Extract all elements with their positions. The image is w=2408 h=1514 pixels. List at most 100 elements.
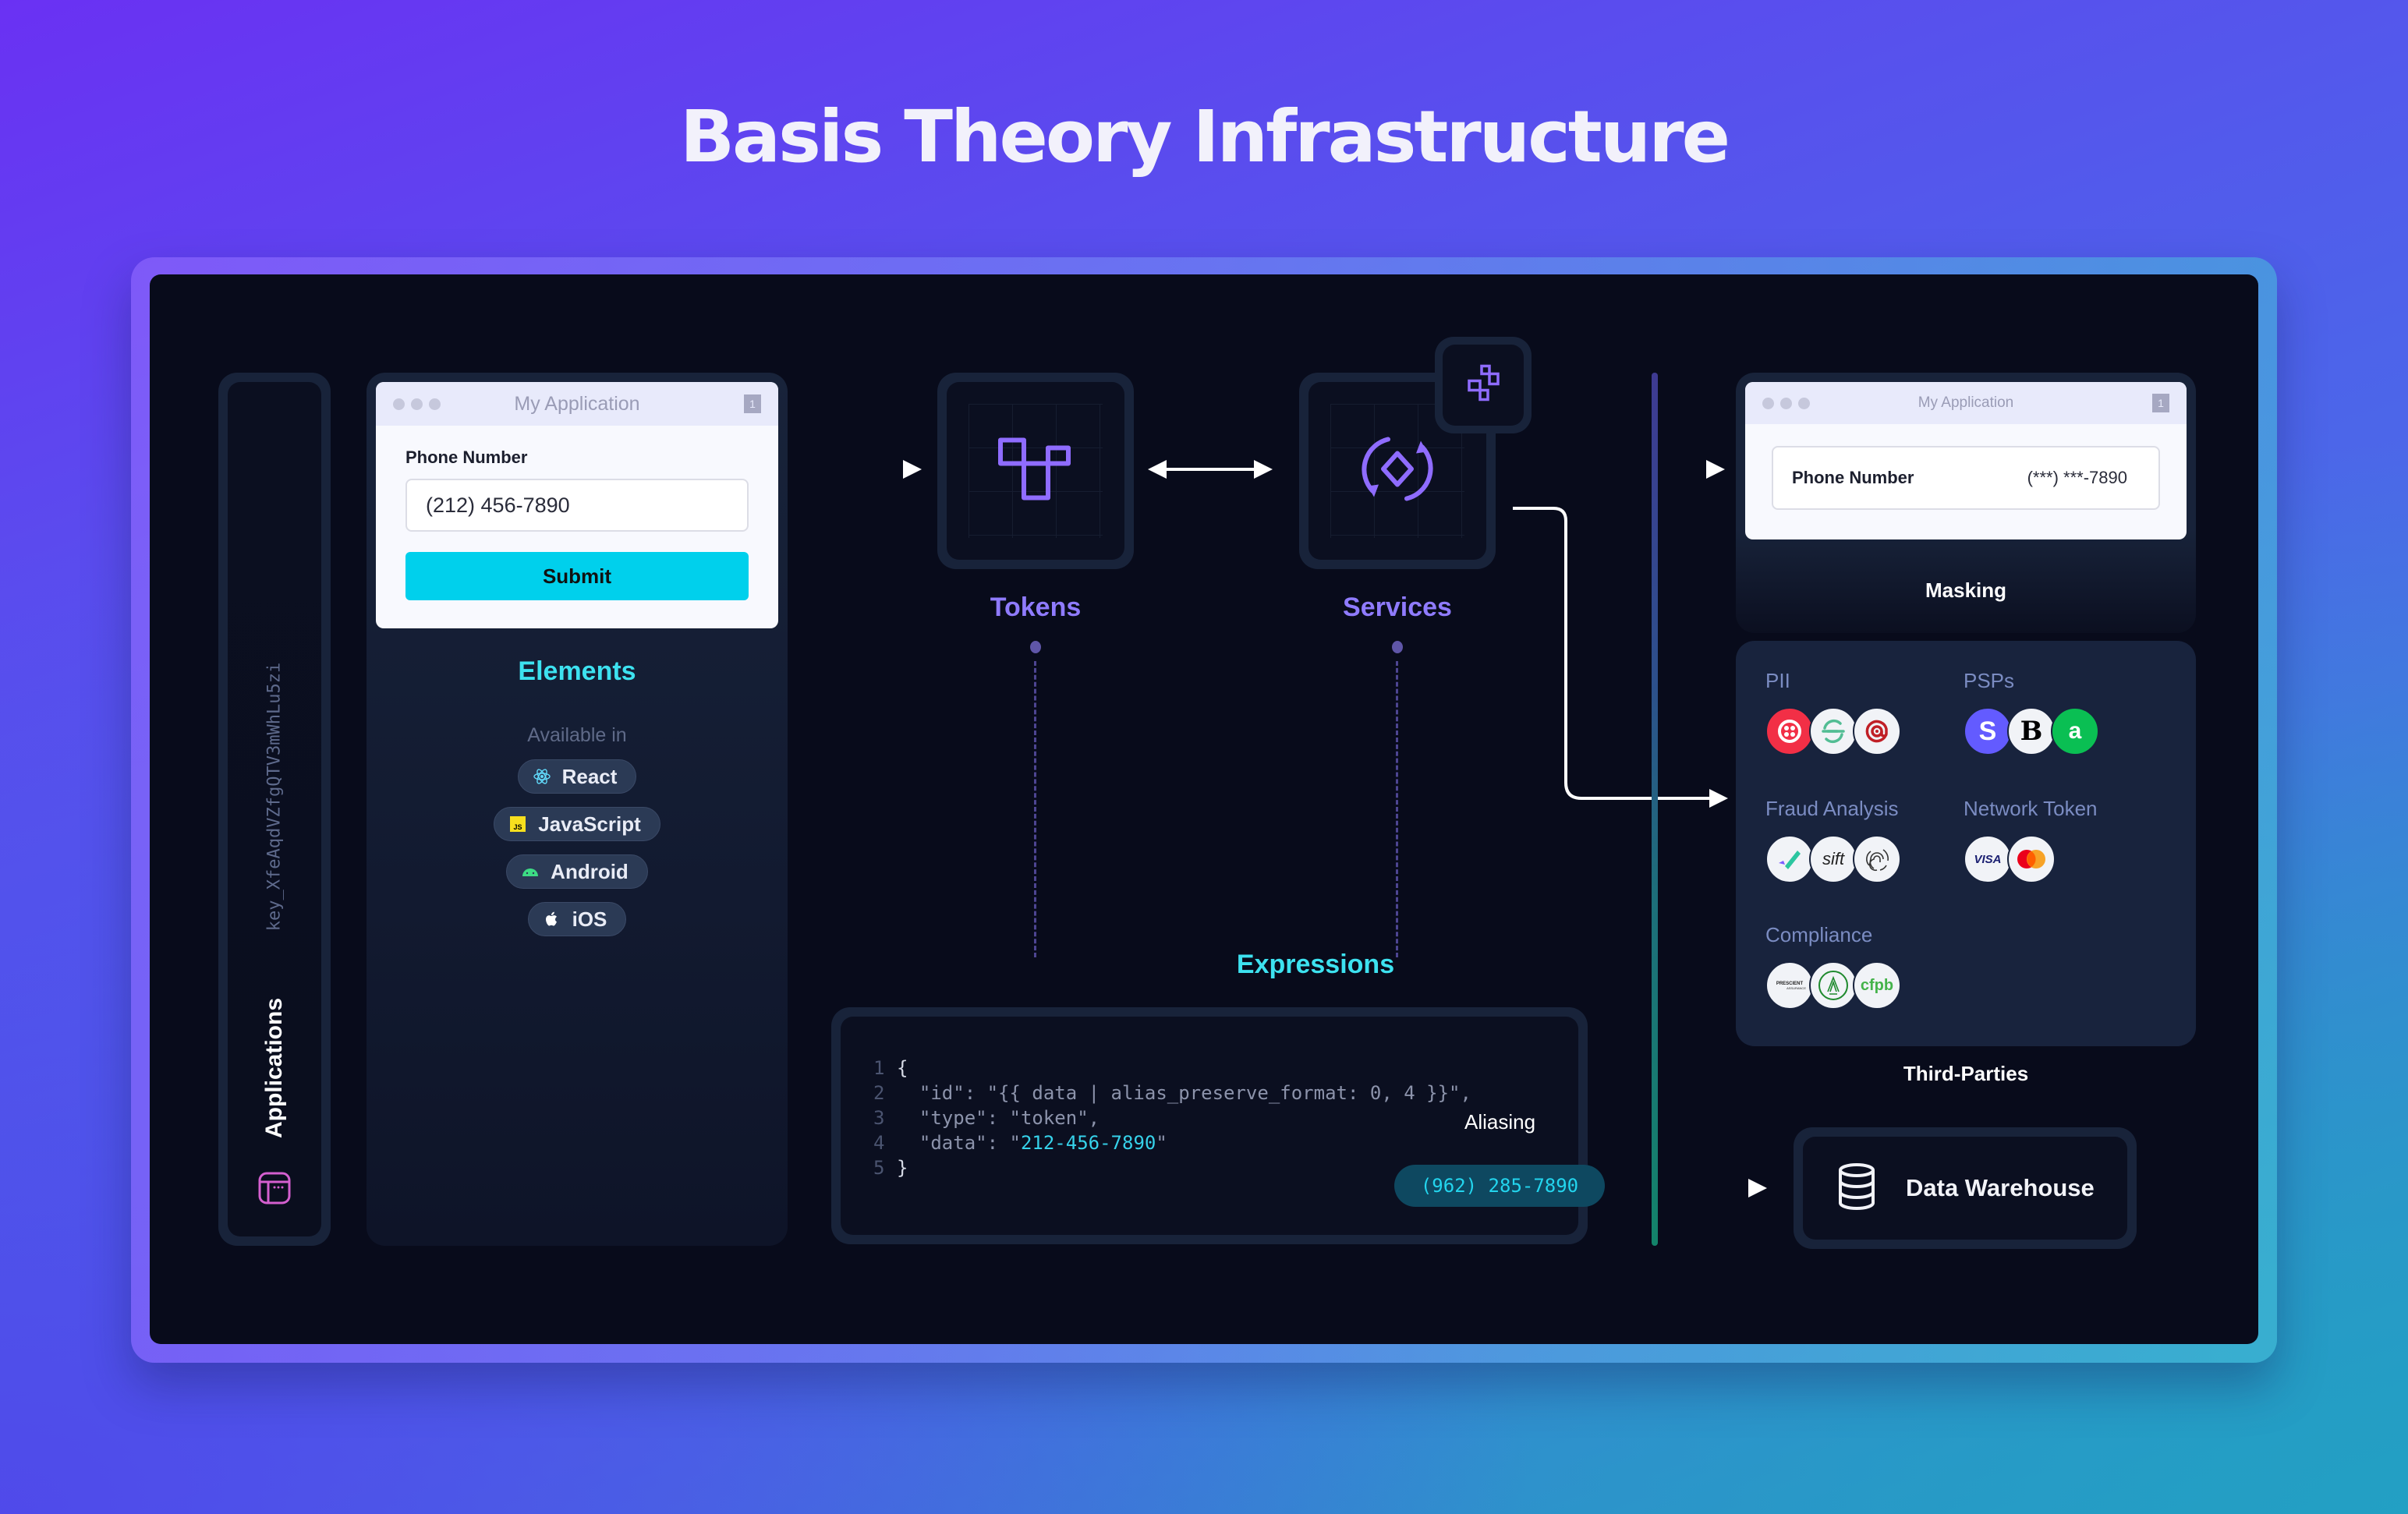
arrow-alias-to-warehouse [1624,1179,1767,1197]
window-dot[interactable] [411,398,423,410]
platform-pill-javascript[interactable]: JS JavaScript [494,807,660,841]
masked-phone-field: Phone Number (***) ***-7890 [1772,446,2160,510]
fingerprint-logo[interactable] [1853,835,1901,883]
platform-label: Android [551,859,629,883]
code-text: "data": " [897,1132,1021,1154]
window-controls[interactable] [393,398,441,410]
platform-label: JavaScript [538,812,641,836]
window-titlebar: My Application 1 [1745,382,2187,424]
code-block: 1{ 2 "id": "{{ data | alias_preserve_for… [873,1056,1471,1180]
window-dot[interactable] [1780,397,1792,409]
checkmark-fraud-logo[interactable] [1765,835,1814,883]
twilio-logo[interactable] [1765,707,1814,755]
sync-diamond-icon [1358,430,1436,512]
masked-phone-value: (***) ***-7890 [2027,468,2127,487]
third-party-group-pii: PII [1765,669,1901,755]
javascript-icon: JS [508,815,527,833]
code-highlight: 212-456-7890 [1020,1132,1156,1154]
window-dot[interactable] [429,398,441,410]
dashed-connector [1396,661,1398,957]
code-text: } [897,1157,908,1179]
code-line: 5} [873,1155,1471,1180]
platform-label: iOS [572,907,607,931]
third-parties-label: Third-Parties [1903,1062,2029,1085]
braintree-logo[interactable]: B [2007,707,2056,755]
phone-number-label: Phone Number [1792,468,1914,487]
platform-label: React [561,764,618,788]
window-title: My Application [1918,394,2014,411]
window-dot[interactable] [1798,397,1810,409]
masking-label: Masking [1925,578,2007,602]
platform-pill-ios[interactable]: iOS [527,902,627,936]
window-badge: 1 [2152,394,2169,412]
services-modules-badge[interactable] [1435,337,1532,433]
group-label: PII [1765,669,1790,692]
window-controls[interactable] [1762,397,1810,409]
applications-panel[interactable]: key_XfeAqdVZfgQTV3mWhLu5zi Applications [218,373,331,1246]
alias-value-pill: (962) 285-7890 [1394,1165,1605,1207]
app-window: My Application 1 Phone Number (***) ***-… [1745,382,2187,539]
third-party-group-network-token: Network Token VISA [1964,797,2098,883]
boundary-divider [1652,373,1658,1246]
adyen-logo[interactable]: a [2051,707,2099,755]
diagram-canvas: key_XfeAqdVZfgQTV3mWhLu5zi Applications … [150,274,2258,1344]
connector-dot [1392,641,1403,653]
tokens-blocks-icon [998,437,1073,504]
code-text: { [897,1057,908,1079]
group-label: Compliance [1765,923,1873,946]
third-party-group-psps: PSPs S B a [1964,669,2099,755]
mailgun-logo[interactable] [1853,707,1901,755]
group-label: PSPs [1964,669,2015,692]
platform-pill-react[interactable]: React [517,759,637,794]
phone-number-input[interactable]: (212) 456-7890 [405,479,749,532]
react-icon [533,767,551,786]
visa-logo[interactable]: VISA [1964,835,2012,883]
app-window: My Application 1 Phone Number (212) 456-… [376,382,778,628]
expressions-label: Expressions [1236,950,1395,979]
mastercard-logo[interactable] [2007,835,2056,883]
phone-number-label: Phone Number [405,447,528,467]
logo-text: ASSURANCE [1787,985,1806,990]
group-label: Network Token [1964,797,2098,820]
data-warehouse-label: Data Warehouse [1906,1174,2095,1201]
window-dot[interactable] [1762,397,1774,409]
code-line: 1{ [873,1056,1471,1081]
browser-window-icon [257,1171,292,1205]
svg-text:JS: JS [514,823,522,831]
modules-icon [1466,364,1500,407]
code-text: "id": "{{ data | alias_preserve_format: … [897,1082,1471,1104]
group-label: Fraud Analysis [1765,797,1899,820]
elements-panel: My Application 1 Phone Number (212) 456-… [367,373,788,1246]
aicpa-logo[interactable] [1809,961,1857,1010]
third-party-group-compliance: Compliance PRESCIENT ASSURANCE cfpb [1765,923,1901,1010]
connector-dot [1030,641,1041,653]
applications-label: Applications [261,997,287,1139]
line-number: 1 [873,1057,885,1079]
aliasing-label: Aliasing [1464,1110,1536,1134]
platform-list: React JS JavaScript Android iOS [376,759,778,936]
code-text: "type": "token", [897,1107,1100,1129]
stripe-logo[interactable]: S [1964,707,2012,755]
window-dot[interactable] [393,398,405,410]
line-number: 4 [873,1132,885,1154]
prescient-assurance-logo[interactable]: PRESCIENT ASSURANCE [1765,961,1814,1010]
line-number: 5 [873,1157,885,1179]
database-icon [1837,1162,1876,1215]
dashed-connector [1034,661,1036,957]
cfpb-logo[interactable]: cfpb [1853,961,1901,1010]
sift-logo[interactable]: sift [1809,835,1857,883]
code-line: 3 "type": "token", [873,1105,1471,1130]
tokens-label: Tokens [990,593,1082,622]
platform-pill-android[interactable]: Android [506,854,648,889]
submit-button[interactable]: Submit [405,552,749,600]
third-parties-panel: PII PSPs S B a Fraud Analysis sift Netwo… [1736,641,2196,1046]
third-party-group-fraud-analysis: Fraud Analysis sift [1765,797,1901,883]
window-badge: 1 [744,394,761,413]
android-icon [521,862,540,881]
window-titlebar: My Application 1 [376,382,778,426]
page-title: Basis Theory Infrastructure [679,95,1730,179]
code-line: 2 "id": "{{ data | alias_preserve_format… [873,1081,1471,1105]
segment-logo[interactable] [1809,707,1857,755]
tokens-node[interactable] [937,373,1134,569]
data-warehouse-node[interactable]: Data Warehouse [1794,1127,2137,1249]
